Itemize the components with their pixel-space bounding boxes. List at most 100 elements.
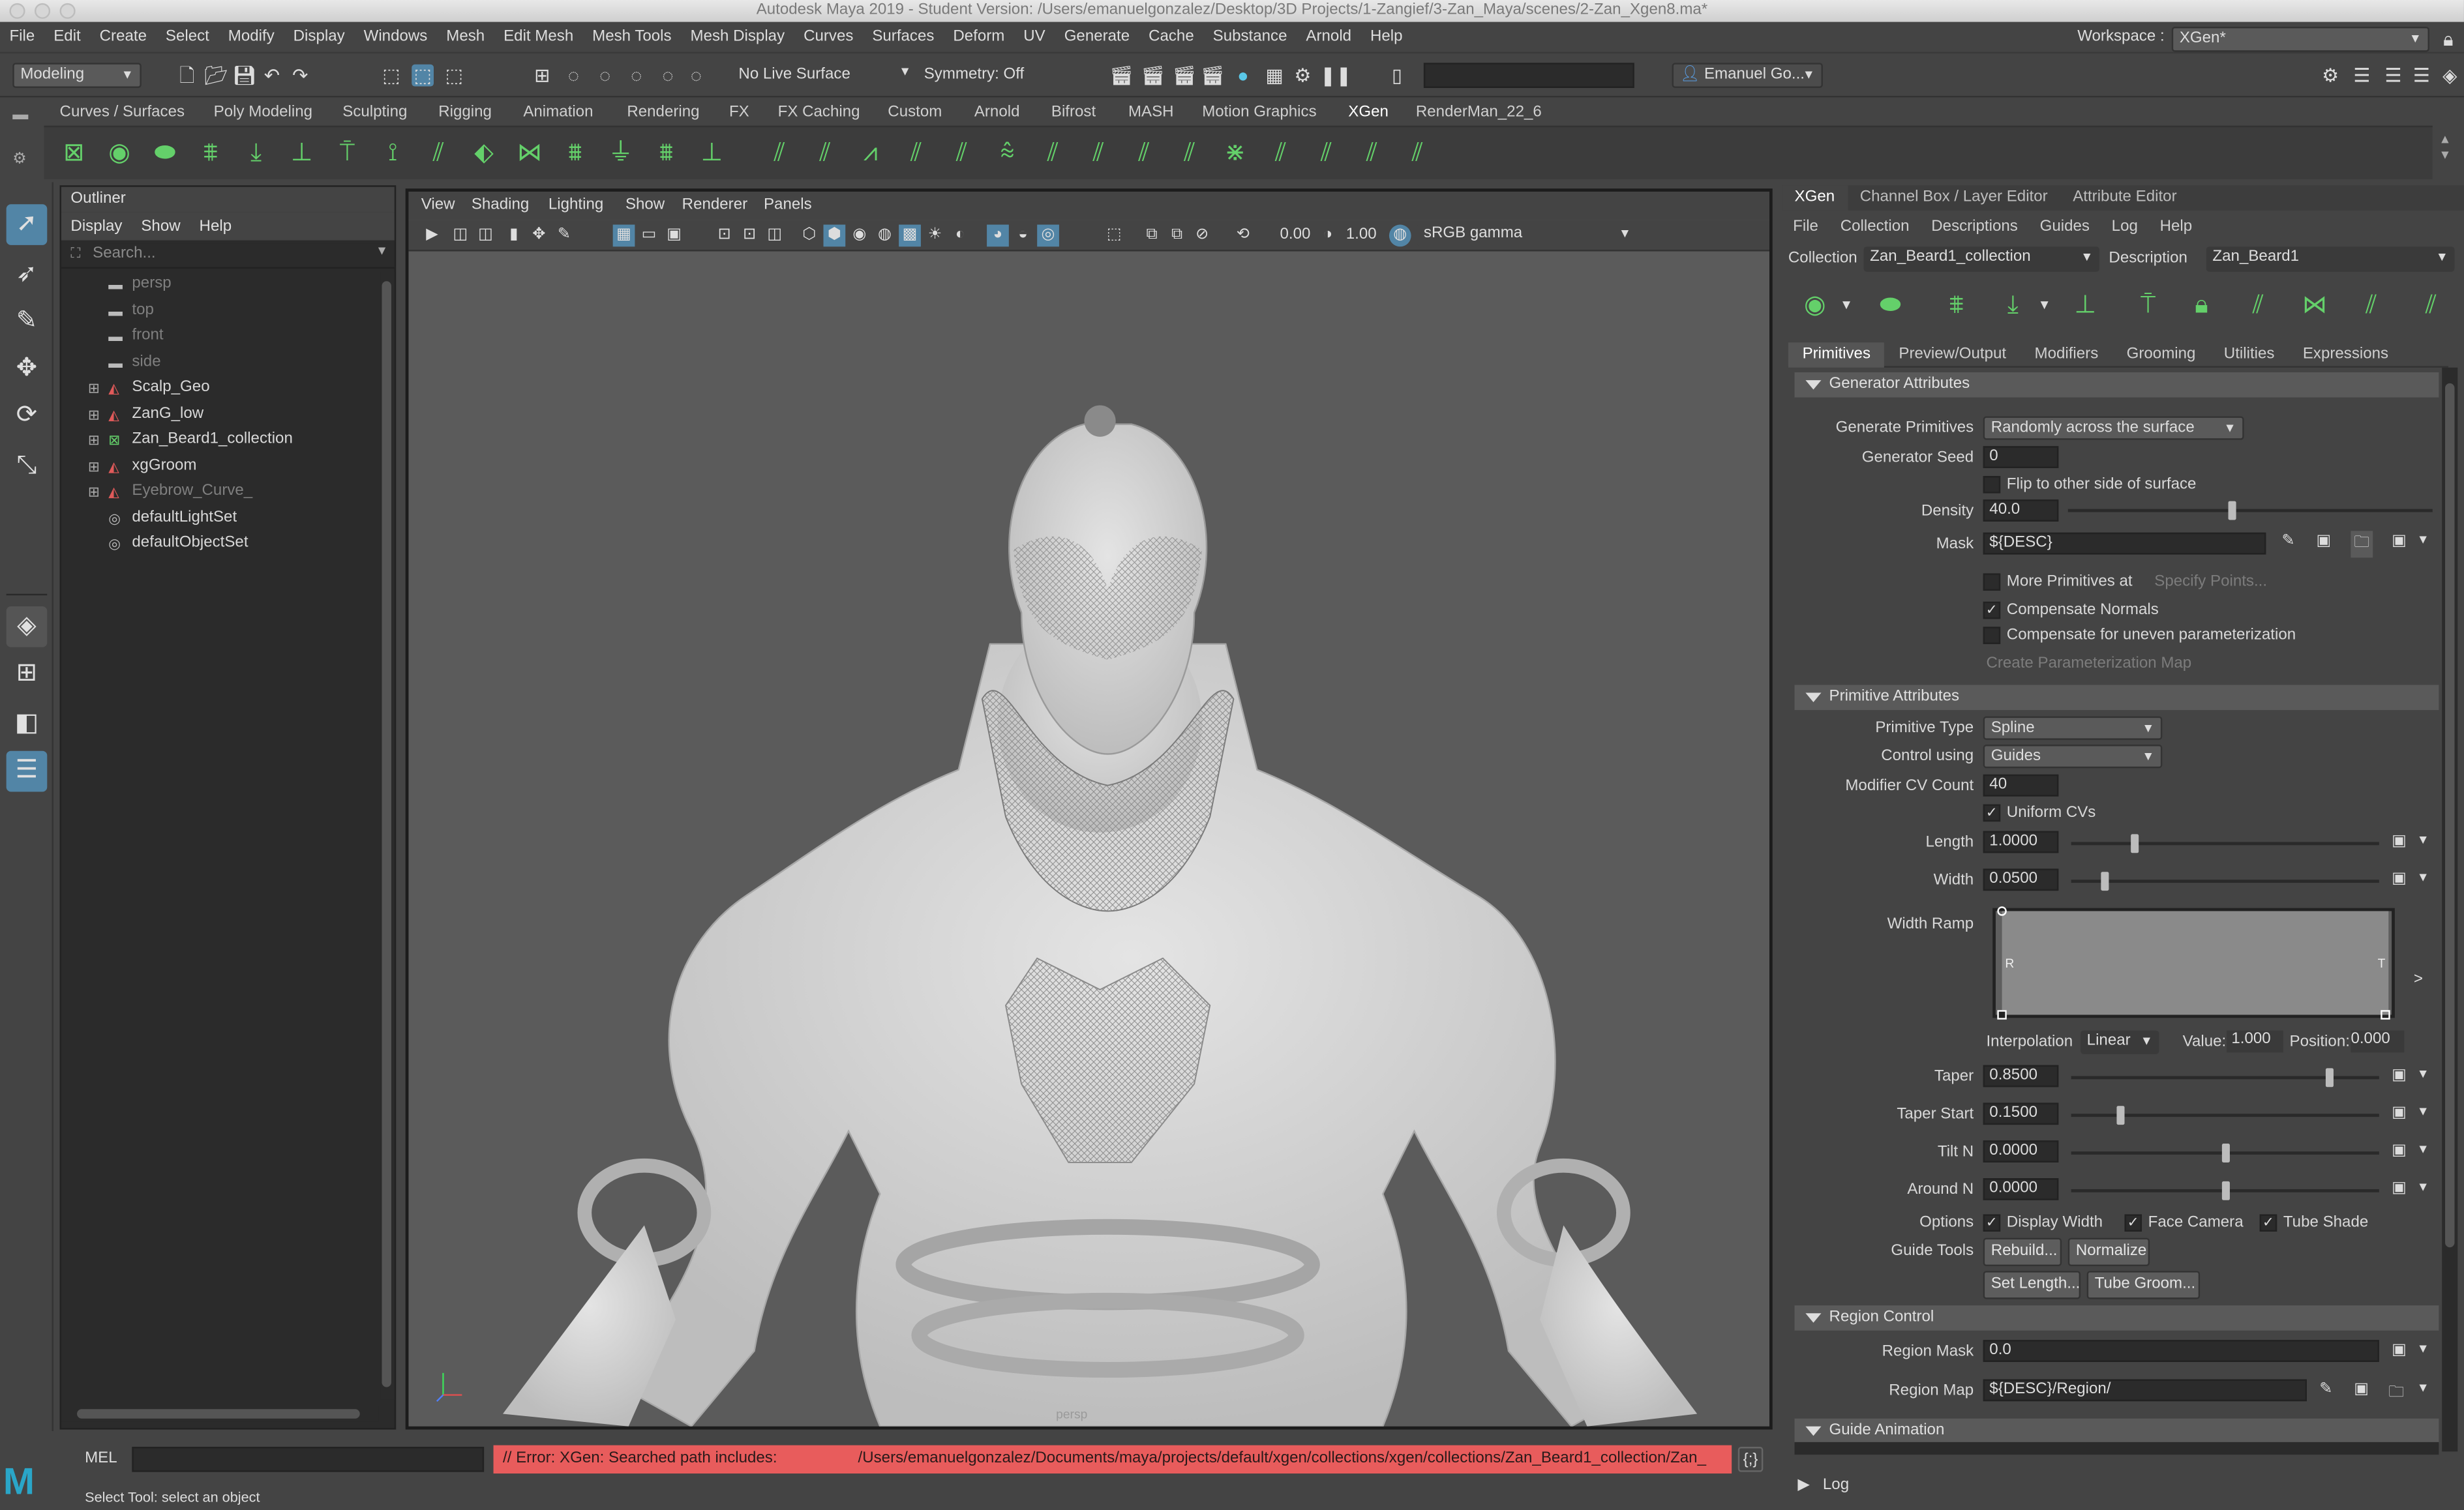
menu-mesh[interactable]: Mesh — [437, 23, 494, 51]
shelf-tab-sculpting[interactable]: Sculpting — [342, 100, 407, 126]
xgen-move-guide-options-icon[interactable]: ▾ — [2037, 289, 2052, 323]
ramp-curve-area[interactable] — [2002, 911, 2389, 1015]
xgen-menu-collection[interactable]: Collection — [1829, 218, 1921, 235]
modeling-toolkit-icon[interactable]: ⚙︎ — [2319, 65, 2341, 87]
rebuild-guide-icon[interactable]: ⏚ — [603, 137, 638, 171]
snap-vertex-icon[interactable]: ◌ — [685, 65, 707, 87]
xgen-bend-guide-icon[interactable]: ⫽ — [2241, 289, 2276, 323]
paint-map-icon[interactable]: ▣ — [2354, 1381, 2369, 1399]
map-options-icon[interactable]: ▣ — [2392, 1067, 2407, 1084]
outliner-item[interactable]: ⊞ ◭ Eyebrow_Curve_ — [61, 479, 376, 505]
image-plane-icon[interactable]: ▮ — [503, 225, 525, 247]
tilt-n-slider[interactable] — [2071, 1144, 2379, 1162]
xgen-preview-options-icon[interactable]: ▾ — [1839, 289, 1854, 323]
outliner-menu-help[interactable]: Help — [190, 218, 241, 235]
length-field[interactable]: 1.0000 — [1983, 831, 2059, 853]
menu-curves[interactable]: Curves — [794, 23, 863, 51]
face-camera-checkbox[interactable]: ✓ — [2124, 1214, 2142, 1232]
xgen-menu-file[interactable]: File — [1782, 218, 1829, 235]
add-guide-icon[interactable]: ⩨ — [193, 137, 228, 171]
pause-icon[interactable]: ❚❚ — [1320, 65, 1351, 87]
slider-handle[interactable] — [2221, 1181, 2229, 1200]
map-options-icon[interactable]: ▣ — [2392, 870, 2407, 888]
move-guide-icon[interactable]: ⤓ — [239, 137, 273, 171]
normalize-button[interactable]: Normalize — [2067, 1237, 2150, 1266]
groom-comb-icon[interactable]: ⩘ — [853, 137, 888, 171]
xgen-subtab-utilities[interactable]: Utilities — [2210, 342, 2289, 367]
xray-active-icon[interactable]: ⧉ — [1166, 225, 1188, 247]
2d-pan-zoom-icon[interactable]: ✥ — [528, 225, 550, 247]
generator-seed-field[interactable]: 0 — [1983, 446, 2059, 469]
viewport-menu-shading[interactable]: Shading — [472, 192, 529, 220]
map-options-icon[interactable]: ▣ — [2392, 1342, 2407, 1359]
menuset-dropdown[interactable]: Modeling ▼ — [12, 63, 142, 88]
shelf-tab-curves-surfaces[interactable]: Curves / Surfaces — [60, 100, 185, 126]
lock-guide-icon[interactable]: ⟟ — [376, 137, 410, 171]
menu-file[interactable]: File — [0, 23, 44, 51]
snap-point-icon[interactable]: ◌ — [594, 65, 616, 87]
menu-cache[interactable]: Cache — [1139, 23, 1204, 51]
expression-editor-icon[interactable]: ✎ — [2319, 1381, 2332, 1399]
outliner-item[interactable]: ▬ persp — [61, 272, 376, 297]
tube-groom-button[interactable]: Tube Groom... — [2086, 1271, 2201, 1299]
primitive-attributes-header[interactable]: Primitive Attributes — [1794, 685, 2439, 711]
create-description-icon[interactable]: ⬬ — [147, 137, 182, 171]
xgen-preview-icon[interactable]: ◉ — [1797, 289, 1832, 323]
generate-primitives-dropdown[interactable]: Randomly across the surface ▼ — [1983, 416, 2244, 440]
taper-field[interactable]: 0.8500 — [1983, 1065, 2059, 1088]
outliner-horizontal-scrollbar[interactable] — [61, 1406, 379, 1422]
single-perspective-layout-icon[interactable]: ◈ — [6, 606, 48, 647]
menu-help[interactable]: Help — [1361, 23, 1412, 51]
right-tab-channel-box-layer-editor[interactable]: Channel Box / Layer Editor — [1847, 185, 2060, 211]
shelf-tab-animation[interactable]: Animation — [523, 100, 593, 126]
symmetry-label[interactable]: Symmetry: Off — [924, 65, 1025, 87]
attributes-vertical-scrollbar[interactable] — [2442, 367, 2458, 1452]
outliner-item[interactable]: ▬ side — [61, 349, 376, 375]
paint-map-icon[interactable]: ▣ — [2316, 533, 2331, 550]
layer-editor-toggle-icon[interactable]: ◈ — [2439, 65, 2461, 87]
tilt-n-field[interactable]: 0.0000 — [1983, 1140, 2059, 1162]
arnold-render-icon[interactable]: ⚙︎ — [1292, 65, 1314, 87]
menu-deform[interactable]: Deform — [944, 23, 1014, 51]
xgen-lock-length-icon[interactable]: 🔒︎ — [2184, 289, 2219, 323]
tube-shade-checkbox[interactable]: ✓ — [2259, 1214, 2277, 1232]
command-search-field[interactable] — [1423, 63, 1634, 88]
outliner-item[interactable]: ⊞ ◭ xgGroom — [61, 453, 376, 479]
select-tool-icon[interactable]: ➚ — [6, 204, 48, 245]
ramp-handle[interactable] — [1997, 1010, 2007, 1020]
right-tab-attribute-editor[interactable]: Attribute Editor — [2060, 185, 2189, 211]
menu-modify[interactable]: Modify — [218, 23, 284, 51]
xgen-editor-icon[interactable]: ⊠ — [57, 137, 91, 171]
film-gate-icon[interactable]: ▭ — [638, 225, 660, 247]
new-scene-icon[interactable]: 🗋 — [176, 65, 198, 87]
map-options-chevron-icon[interactable]: ▼ — [2417, 833, 2429, 847]
groom-clump-icon[interactable]: ⫽ — [1081, 137, 1116, 171]
expand-icon[interactable]: ⊞ — [88, 453, 100, 479]
outliner-item[interactable]: ⊞ ◭ Scalp_Geo — [61, 376, 376, 401]
shelf-tab-xgen[interactable]: XGen — [1348, 100, 1389, 126]
modifier-cv-count-field[interactable]: 40 — [1983, 774, 2059, 797]
zoom-window-button[interactable] — [59, 3, 76, 19]
xray-joints-icon[interactable]: ⧉ — [1141, 225, 1163, 247]
xgen-subtab-primitives[interactable]: Primitives — [1788, 342, 1885, 367]
menu-generate[interactable]: Generate — [1055, 23, 1139, 51]
xgen-subtab-grooming[interactable]: Grooming — [2112, 342, 2210, 367]
lock-icon[interactable]: 🔒︎ — [2437, 28, 2459, 50]
wireframe-on-shaded-icon[interactable]: ◍ — [874, 225, 896, 247]
chevron-down-icon[interactable]: ▼ — [376, 243, 388, 258]
xgen-subtab-modifiers[interactable]: Modifiers — [2021, 342, 2112, 367]
around-n-slider[interactable] — [2071, 1181, 2379, 1200]
viewport-menu-lighting[interactable]: Lighting — [548, 192, 603, 220]
outliner-item[interactable]: ⊞ ⊠ Zan_Beard1_collection — [61, 427, 376, 452]
taper-start-slider[interactable] — [2071, 1106, 2379, 1125]
width-slider[interactable] — [2071, 872, 2379, 891]
exposure-icon[interactable]: ⟲ — [1232, 225, 1254, 247]
attribute-editor-toggle-icon[interactable]: ☰ — [2351, 65, 2373, 87]
ramp-handle[interactable] — [1997, 906, 2007, 916]
width-ramp-graph[interactable]: R T — [1992, 906, 2395, 1020]
outliner-menu-show[interactable]: Show — [132, 218, 190, 235]
open-scene-icon[interactable]: 📂︎ — [204, 65, 228, 87]
menu-surfaces[interactable]: Surfaces — [863, 23, 944, 51]
xgen-create-description-icon[interactable]: ⬬ — [1873, 289, 1908, 323]
paint-select-tool-icon[interactable]: ✎ — [7, 302, 48, 343]
